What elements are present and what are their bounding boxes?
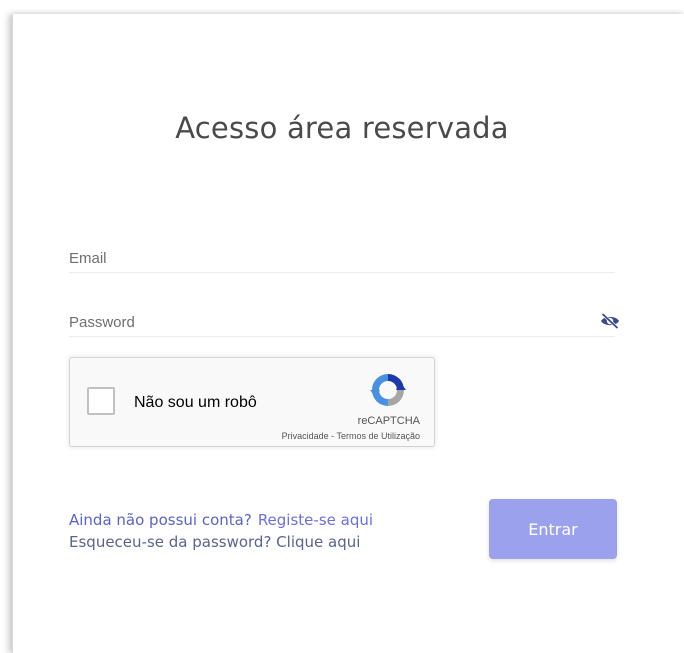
no-account-text: Ainda não possui conta? [69,511,252,529]
recaptcha-logo-icon [366,368,410,412]
eye-slash-icon[interactable] [599,312,621,330]
recaptcha-checkbox[interactable] [87,387,115,415]
password-field-wrapper [69,310,619,337]
recaptcha-brand: reCAPTCHA [357,415,420,427]
recaptcha-widget: Não sou um robô reCAPTCHA Privacidade - … [69,357,435,447]
page: Acesso área reservada Não sou um robô [0,0,684,653]
recaptcha-label: Não sou um robô [134,394,257,411]
recaptcha-terms-link[interactable]: Privacidade - Termos de Utilização [282,431,420,441]
register-line: Ainda não possui conta? Registe-se aqui [69,509,373,531]
submit-button[interactable]: Entrar [489,499,617,559]
register-link[interactable]: Registe-se aqui [258,511,373,529]
account-links: Ainda não possui conta? Registe-se aqui E… [69,509,373,553]
forgot-line: Esqueceu-se da password? Clique aqui [69,531,373,553]
page-title: Acesso área reservada [175,111,509,145]
email-input[interactable] [69,246,615,270]
password-input[interactable] [69,310,615,334]
forgot-password-link[interactable]: Esqueceu-se da password? Clique aqui [69,533,360,551]
email-field-wrapper [69,246,615,273]
